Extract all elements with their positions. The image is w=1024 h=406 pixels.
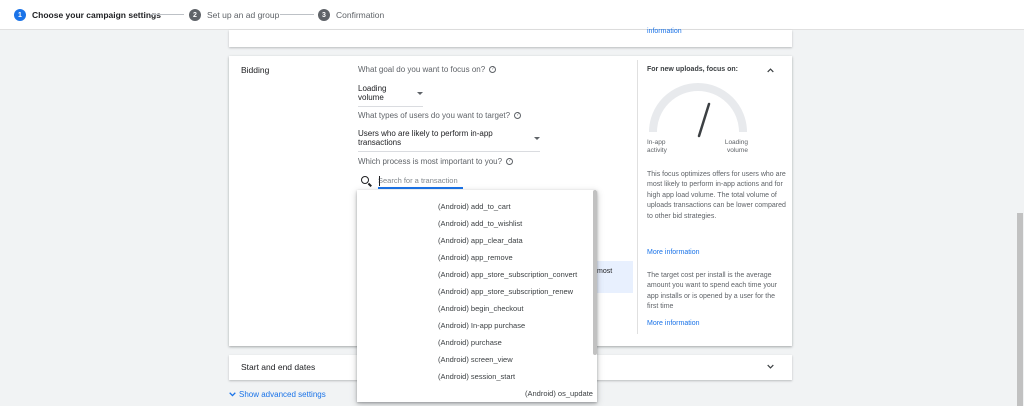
dropdown-option[interactable]: (Android) purchase <box>438 338 502 347</box>
progress-stepper: 1 Choose your campaign settings 2 Set up… <box>0 0 1024 30</box>
section-title-bidding: Bidding <box>241 65 270 75</box>
users-select-value: Users who are likely to perform in-app t… <box>358 129 493 147</box>
side-panel-title: For new uploads, focus on: <box>647 66 738 73</box>
step-connector <box>280 14 314 15</box>
goal-question: What goal do you want to focus on? ? <box>358 65 497 74</box>
gauge-needle <box>697 102 711 138</box>
step-label: Choose your campaign settings <box>32 10 161 20</box>
gauge-label-left: In-app activity <box>647 139 667 154</box>
transaction-search-input[interactable] <box>378 173 463 189</box>
step-number: 1 <box>14 9 26 21</box>
side-description: This focus optimizes offers for users wh… <box>647 171 786 220</box>
step-campaign-settings[interactable]: 1 Choose your campaign settings <box>14 0 161 30</box>
step-number: 3 <box>318 9 330 21</box>
side-description-cost: The target cost per install is the avera… <box>647 272 777 311</box>
dropdown-option[interactable]: (Android) begin_checkout <box>438 304 523 313</box>
step-ad-group[interactable]: 2 Set up an ad group <box>189 0 279 30</box>
more-information-link[interactable]: information <box>647 28 682 35</box>
section-title-start-end-dates: Start and end dates <box>241 362 316 372</box>
more-information-link[interactable]: More information <box>647 249 700 256</box>
dropdown-option[interactable]: (Android) screen_view <box>438 355 513 364</box>
step-label: Confirmation <box>336 10 385 20</box>
dropdown-option[interactable]: (Android) app_clear_data <box>438 236 523 245</box>
goal-select[interactable]: Loading volume <box>358 84 423 107</box>
users-question-label: What types of users do you want to targe… <box>358 111 511 120</box>
process-question-label: Which process is most important to you? <box>358 157 503 166</box>
step-connector <box>150 14 184 15</box>
dropdown-option[interactable]: (Android) In-app purchase <box>438 321 525 330</box>
dropdown-arrow-icon <box>417 91 423 95</box>
gauge-label-right: Loading volume <box>724 139 748 154</box>
gauge-chart <box>649 83 747 138</box>
transaction-search <box>358 173 463 190</box>
advanced-settings-label: Show advanced settings <box>239 390 326 399</box>
help-icon[interactable]: ? <box>514 112 522 119</box>
users-question: What types of users do you want to targe… <box>358 111 522 120</box>
dropdown-option[interactable]: (Android) app_store_subscription_convert <box>438 270 577 279</box>
help-icon[interactable]: ? <box>506 158 514 165</box>
goal-select-value: Loading volume <box>358 84 387 102</box>
dropdown-option[interactable]: (Android) add_to_wishlist <box>438 219 522 228</box>
dropdown-option[interactable]: (Android) os_update <box>525 389 593 398</box>
step-label: Set up an ad group <box>207 10 280 20</box>
chevron-up-icon[interactable] <box>767 67 774 74</box>
dropdown-option[interactable]: (Android) session_start <box>438 372 515 381</box>
dropdown-scrollbar[interactable] <box>593 190 597 355</box>
search-icon <box>361 176 369 184</box>
users-select[interactable]: Users who are likely to perform in-app t… <box>358 129 540 152</box>
side-divider <box>637 60 638 334</box>
chevron-down-icon[interactable] <box>767 363 774 370</box>
show-advanced-settings-link[interactable]: Show advanced settings <box>229 390 326 399</box>
dropdown-option[interactable]: (Android) app_remove <box>438 253 513 262</box>
step-number: 2 <box>189 9 201 21</box>
dropdown-option[interactable]: (Android) add_to_cart <box>438 202 511 211</box>
step-confirmation[interactable]: 3 Confirmation <box>318 0 384 30</box>
goal-question-label: What goal do you want to focus on? <box>358 65 486 74</box>
dropdown-option[interactable]: (Android) app_store_subscription_renew <box>438 287 573 296</box>
info-panel-text: most <box>597 268 613 275</box>
dropdown-arrow-icon <box>534 136 540 140</box>
previous-settings-card <box>229 30 792 47</box>
text-cursor <box>379 176 380 186</box>
process-question: Which process is most important to you? … <box>358 157 514 166</box>
more-information-link[interactable]: More information <box>647 320 700 327</box>
chevron-down-icon <box>229 392 236 397</box>
help-icon[interactable]: ? <box>489 66 497 73</box>
transaction-dropdown[interactable]: (Android) add_to_cart (Android) add_to_w… <box>357 190 597 402</box>
page-scrollbar[interactable] <box>1017 213 1023 406</box>
